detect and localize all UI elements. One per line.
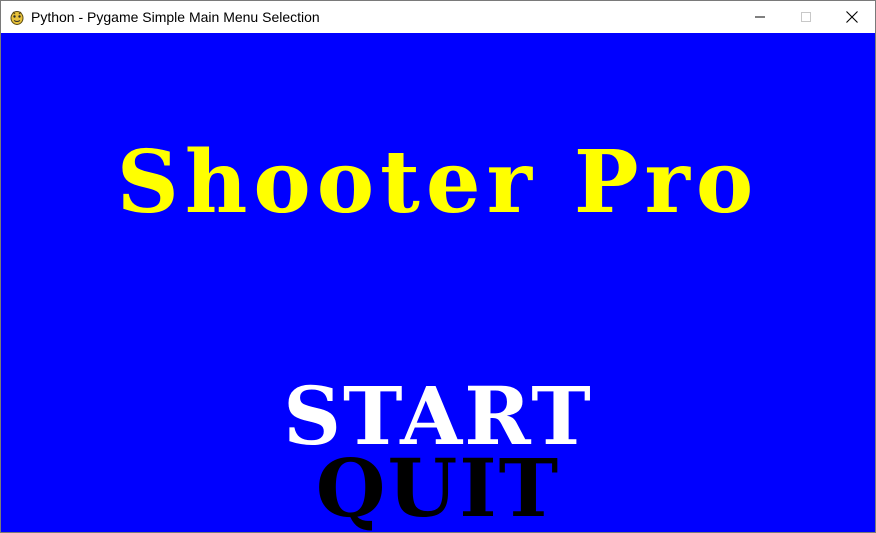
- maximize-button[interactable]: [783, 1, 829, 33]
- window-title: Python - Pygame Simple Main Menu Selecti…: [31, 9, 320, 25]
- minimize-icon: [755, 12, 765, 22]
- game-title: Shooter Pro: [116, 132, 760, 233]
- caption-buttons: [737, 1, 875, 33]
- quit-menu-option[interactable]: QUIT: [1, 443, 875, 532]
- game-canvas[interactable]: Shooter Pro START QUIT: [1, 33, 875, 532]
- minimize-button[interactable]: [737, 1, 783, 33]
- title-bar[interactable]: Python - Pygame Simple Main Menu Selecti…: [1, 1, 875, 33]
- close-icon: [846, 11, 858, 23]
- app-window: Python - Pygame Simple Main Menu Selecti…: [0, 0, 876, 533]
- maximize-icon: [801, 12, 811, 22]
- close-button[interactable]: [829, 1, 875, 33]
- pygame-icon: [9, 9, 25, 25]
